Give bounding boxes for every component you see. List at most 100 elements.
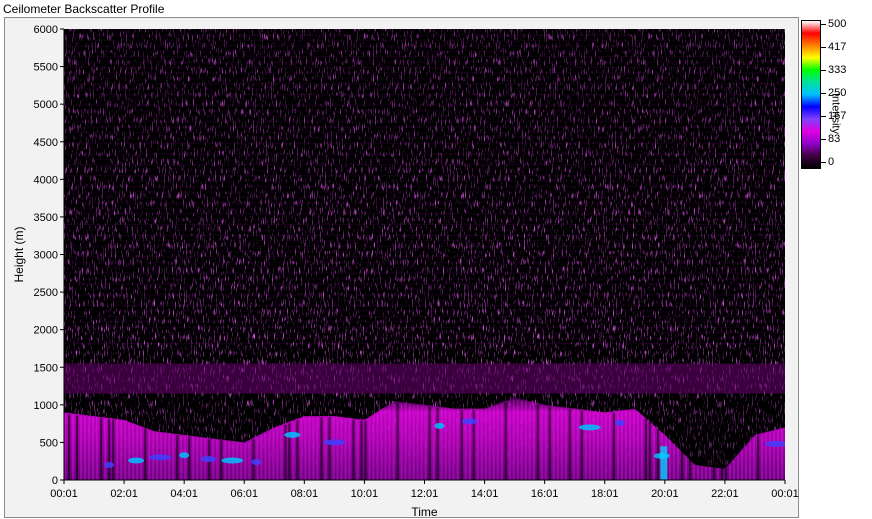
noise-band bbox=[64, 310, 785, 312]
noise-band bbox=[64, 240, 785, 242]
y-axis-label: Height (m) bbox=[12, 226, 26, 282]
high-backscatter-patch bbox=[221, 457, 244, 464]
noise-band bbox=[64, 121, 785, 123]
high-backscatter-patch bbox=[660, 446, 668, 480]
noise-band bbox=[64, 158, 785, 161]
noise-band bbox=[64, 342, 785, 345]
x-tick-label: 04:01 bbox=[170, 488, 198, 500]
bl-streak bbox=[516, 399, 519, 480]
bl-streak bbox=[540, 405, 543, 480]
noise-band bbox=[64, 72, 785, 74]
noise-band bbox=[64, 153, 785, 155]
bl-streak bbox=[444, 408, 447, 480]
high-backscatter-patch bbox=[149, 454, 172, 461]
bl-streak bbox=[508, 401, 511, 480]
bl-streak bbox=[216, 439, 219, 480]
noise-band bbox=[64, 131, 785, 134]
x-tick-label: 12:01 bbox=[411, 488, 439, 500]
bl-streak bbox=[272, 429, 275, 480]
noise-band bbox=[64, 61, 785, 63]
bl-streak bbox=[716, 468, 720, 480]
noise-band bbox=[64, 191, 785, 193]
bl-streak bbox=[580, 410, 583, 480]
bl-streak bbox=[108, 419, 111, 480]
bl-streak bbox=[520, 400, 523, 480]
high-backscatter-patch bbox=[251, 459, 262, 465]
bl-streak bbox=[765, 433, 768, 480]
noise-band bbox=[64, 142, 785, 144]
bl-streak bbox=[572, 409, 575, 480]
bl-streak bbox=[352, 419, 355, 480]
bl-streak bbox=[144, 428, 147, 480]
x-tick-label: 06:01 bbox=[230, 488, 258, 500]
bl-streak bbox=[280, 426, 283, 480]
bl-streak bbox=[120, 420, 123, 480]
bl-streak bbox=[761, 434, 764, 480]
backscatter-heatmap bbox=[64, 29, 785, 480]
y-tick-label: 4500 bbox=[34, 137, 58, 149]
bl-streak bbox=[432, 407, 435, 480]
bl-streak bbox=[440, 408, 443, 480]
bl-streak bbox=[712, 467, 716, 480]
bl-streak bbox=[100, 418, 103, 480]
noise-band bbox=[64, 115, 785, 117]
y-tick-label: 1500 bbox=[34, 362, 58, 374]
x-tick-label: 00:01 bbox=[771, 488, 799, 500]
high-backscatter-patch bbox=[323, 439, 346, 446]
colorbar-tick-label: 0 bbox=[828, 156, 835, 168]
noise-band bbox=[64, 299, 785, 301]
bl-streak bbox=[268, 431, 271, 480]
noise-band bbox=[64, 245, 785, 247]
high-backscatter-patch bbox=[179, 452, 190, 459]
bl-streak bbox=[380, 411, 383, 480]
bl-streak bbox=[636, 411, 639, 480]
bl-streak bbox=[452, 409, 455, 480]
bl-streak bbox=[72, 414, 75, 480]
bl-streak bbox=[692, 463, 696, 480]
bl-streak bbox=[480, 410, 483, 480]
bl-streak bbox=[456, 410, 459, 480]
noise-band bbox=[64, 104, 785, 106]
bl-streak bbox=[536, 404, 539, 480]
noise-band bbox=[64, 267, 785, 269]
bl-streak bbox=[368, 418, 371, 480]
y-tick-label: 4000 bbox=[34, 174, 58, 186]
bl-streak bbox=[560, 408, 563, 480]
bl-streak bbox=[524, 401, 527, 480]
colorbar-tick bbox=[820, 46, 826, 48]
bl-streak bbox=[612, 412, 615, 480]
noise-band bbox=[64, 223, 785, 226]
colorbar-scale bbox=[801, 20, 821, 169]
bl-streak bbox=[676, 447, 680, 480]
bl-streak bbox=[176, 434, 179, 480]
bl-streak bbox=[320, 417, 323, 480]
noise-band bbox=[64, 148, 785, 150]
bl-streak bbox=[172, 434, 175, 480]
bl-streak bbox=[376, 413, 379, 480]
bl-streak bbox=[308, 417, 311, 480]
noise-band bbox=[64, 83, 785, 85]
noise-band bbox=[64, 50, 785, 52]
bl-streak bbox=[348, 419, 351, 480]
noise-band bbox=[64, 332, 785, 334]
bl-streak bbox=[84, 416, 87, 480]
heatmap-chart: 0 500 1000 1500 2000 2500 3000 3500 4000 4500 5000… bbox=[12, 24, 799, 519]
noise-band bbox=[64, 256, 785, 258]
bl-streak bbox=[668, 439, 671, 480]
noise-band bbox=[64, 180, 785, 182]
bl-streak bbox=[396, 402, 399, 480]
bl-streak bbox=[324, 417, 327, 480]
bl-streak bbox=[404, 403, 407, 480]
bl-streak bbox=[76, 415, 79, 480]
bl-streak bbox=[400, 403, 403, 480]
bl-streak bbox=[504, 402, 507, 480]
noise-band bbox=[64, 126, 785, 128]
bl-streak bbox=[644, 418, 647, 480]
bl-streak bbox=[736, 455, 740, 480]
x-tick-label: 18:01 bbox=[591, 488, 619, 500]
noise-band bbox=[64, 283, 785, 285]
bl-streak bbox=[384, 408, 387, 480]
bl-streak bbox=[592, 412, 595, 480]
high-backscatter-patch bbox=[104, 462, 115, 468]
noise-band bbox=[64, 321, 785, 323]
